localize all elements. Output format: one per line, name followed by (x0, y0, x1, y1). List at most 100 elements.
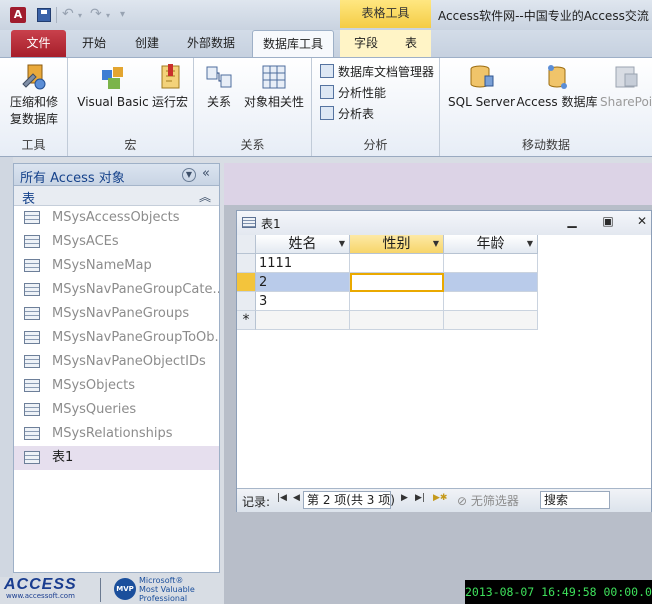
chevron-down-icon[interactable]: ▼ (339, 235, 345, 253)
nav-group-label: 表 (22, 192, 36, 207)
nav-item-msysaces[interactable]: MSysACEs (14, 230, 219, 254)
analyze-performance-button[interactable]: 分析性能 (320, 84, 386, 104)
close-icon[interactable]: ✕ (633, 214, 651, 230)
previous-record-icon[interactable]: ◀ (293, 493, 300, 503)
tab-table[interactable]: 表 (396, 30, 426, 57)
chevron-down-icon[interactable]: ▼ (433, 235, 439, 253)
search-input[interactable]: 搜索 (540, 491, 610, 509)
tab-file[interactable]: 文件 (11, 30, 66, 57)
no-filter-button[interactable]: ⊘ 无筛选器 (457, 492, 519, 509)
cell-name[interactable]: 2 (256, 273, 350, 292)
nav-group-tables[interactable]: 表 ︽ (14, 186, 219, 207)
column-header-name[interactable]: 姓名 ▼ (256, 235, 350, 254)
sql-server-icon (466, 62, 496, 92)
current-record-field[interactable]: 第 2 项(共 3 项) (303, 491, 395, 509)
customize-qat-icon[interactable]: ▾ (120, 9, 125, 20)
nav-pane-dropdown-icon[interactable]: ▼ (182, 168, 196, 182)
nav-item-msysnavpanegroups[interactable]: MSysNavPaneGroups (14, 302, 219, 326)
minimize-icon[interactable]: ▁ (563, 214, 581, 230)
cell-age[interactable] (444, 292, 538, 311)
redo-dropdown-icon[interactable]: ▾ (106, 11, 110, 20)
restore-icon[interactable]: ▣ (599, 214, 617, 230)
column-header-age[interactable]: 年龄 ▼ (444, 235, 538, 254)
tab-fields[interactable]: 字段 (346, 30, 386, 57)
object-dependencies-button[interactable]: 对象相关性 (240, 62, 308, 111)
table-window-title: 表1 (261, 217, 281, 231)
row-selector-current[interactable] (237, 273, 256, 292)
select-all-corner[interactable] (237, 235, 256, 254)
nav-pane-collapse-icon[interactable]: « (202, 166, 210, 181)
relationships-button[interactable]: 关系 (200, 62, 238, 111)
accessoft-logo: ACCESS www.accessoft.com (4, 576, 94, 602)
cell-name[interactable]: 1111 (256, 254, 350, 273)
cell-gender[interactable] (350, 292, 444, 311)
compact-repair-icon (19, 62, 49, 92)
cell-name[interactable]: 3 (256, 292, 350, 311)
access-database-button[interactable]: Access 数据库 (516, 62, 598, 111)
nav-pane-header[interactable]: 所有 Access 对象 ▼ « (14, 164, 219, 186)
documenter-icon (320, 64, 334, 78)
nav-item-msysnavpanegrouptoobjects[interactable]: MSysNavPaneGroupToOb... (14, 326, 219, 350)
nav-item-label: MSysObjects (52, 378, 136, 393)
nav-item-msysnamemap[interactable]: MSysNameMap (14, 254, 219, 278)
cell-age[interactable] (444, 273, 538, 292)
group-analyze-label: 分析 (363, 138, 388, 152)
nav-item-msysrelationships[interactable]: MSysRelationships (14, 422, 219, 446)
new-record-icon[interactable]: ▶✱ (433, 493, 447, 503)
mvp-line1: Microsoft® (139, 576, 184, 585)
nav-item-label: MSysRelationships (52, 426, 173, 441)
cell-gender[interactable] (350, 254, 444, 273)
table-icon (24, 427, 40, 440)
visual-basic-button[interactable]: Visual Basic (76, 62, 150, 111)
visual-basic-icon (98, 62, 128, 92)
analyze-table-button[interactable]: 分析表 (320, 105, 374, 125)
redo-icon[interactable]: ↷ (90, 6, 102, 22)
sharepoint-button[interactable]: SharePoi (600, 62, 652, 111)
cell-gender[interactable] (350, 311, 444, 330)
last-record-icon[interactable]: ▶| (415, 493, 425, 503)
cell-age[interactable] (444, 311, 538, 330)
next-record-icon[interactable]: ▶ (401, 493, 408, 503)
cell-name[interactable] (256, 311, 350, 330)
undo-dropdown-icon[interactable]: ▾ (78, 11, 82, 20)
cell-gender-focused[interactable] (350, 273, 444, 292)
ribbon-tab-row: 文件 开始 创建 外部数据 数据库工具 字段 表 (0, 30, 652, 57)
row-selector[interactable] (237, 254, 256, 273)
mvp-text: Microsoft® Most Valuable Professional (139, 576, 195, 603)
nav-item-msysnavpanegroupcategories[interactable]: MSysNavPaneGroupCate... (14, 278, 219, 302)
tab-create[interactable]: 创建 (126, 30, 168, 57)
navigation-pane: 所有 Access 对象 ▼ « 表 ︽ MSysAccessObjects M… (13, 163, 220, 573)
tab-home[interactable]: 开始 (74, 30, 114, 57)
nav-item-msysqueries[interactable]: MSysQueries (14, 398, 219, 422)
nav-item-msysaccessobjects[interactable]: MSysAccessObjects (14, 206, 219, 230)
tab-database-tools[interactable]: 数据库工具 (252, 30, 334, 57)
compact-repair-button[interactable]: 压缩和修 复数据库 (3, 62, 65, 128)
undo-icon[interactable]: ↶ (62, 6, 74, 22)
sql-server-button[interactable]: SQL Server (448, 62, 515, 111)
nav-item-table1[interactable]: 表1 (14, 446, 219, 470)
object-dependencies-icon (259, 62, 289, 92)
column-header-gender[interactable]: 性别 ▼ (350, 235, 444, 254)
access-app-icon[interactable]: A (10, 7, 26, 23)
cell-age[interactable] (444, 254, 538, 273)
database-documenter-button[interactable]: 数据库文档管理器 (320, 63, 434, 83)
group-relationships: 关系 对象相关性 关系 (194, 58, 312, 156)
nav-item-label: MSysNavPaneGroupCate... (52, 282, 219, 297)
tab-external-data[interactable]: 外部数据 (180, 30, 242, 57)
nav-item-label: 表1 (52, 450, 74, 465)
new-record-marker[interactable]: * (237, 311, 256, 330)
first-record-icon[interactable]: |◀ (277, 493, 287, 503)
row-selector[interactable] (237, 292, 256, 311)
chevron-up-icon[interactable]: ︽ (199, 188, 211, 205)
run-macro-button[interactable]: 运行宏 (150, 62, 190, 111)
chevron-down-icon[interactable]: ▼ (527, 235, 533, 253)
nav-pane-title: 所有 Access 对象 (20, 171, 125, 186)
table-window-titlebar[interactable]: 表1 ▁ ▣ ✕ (237, 211, 651, 235)
nav-item-msysnavpaneobjectids[interactable]: MSysNavPaneObjectIDs (14, 350, 219, 374)
datasheet-grid: 姓名 ▼ 性别 ▼ 年龄 ▼ 1111 2 3 * (237, 235, 651, 488)
workspace-top-band (224, 163, 652, 205)
access-logo-url: www.accessoft.com (6, 592, 75, 600)
no-filter-label: 无筛选器 (470, 494, 519, 508)
nav-item-msysobjects[interactable]: MSysObjects (14, 374, 219, 398)
save-icon[interactable] (37, 8, 51, 22)
